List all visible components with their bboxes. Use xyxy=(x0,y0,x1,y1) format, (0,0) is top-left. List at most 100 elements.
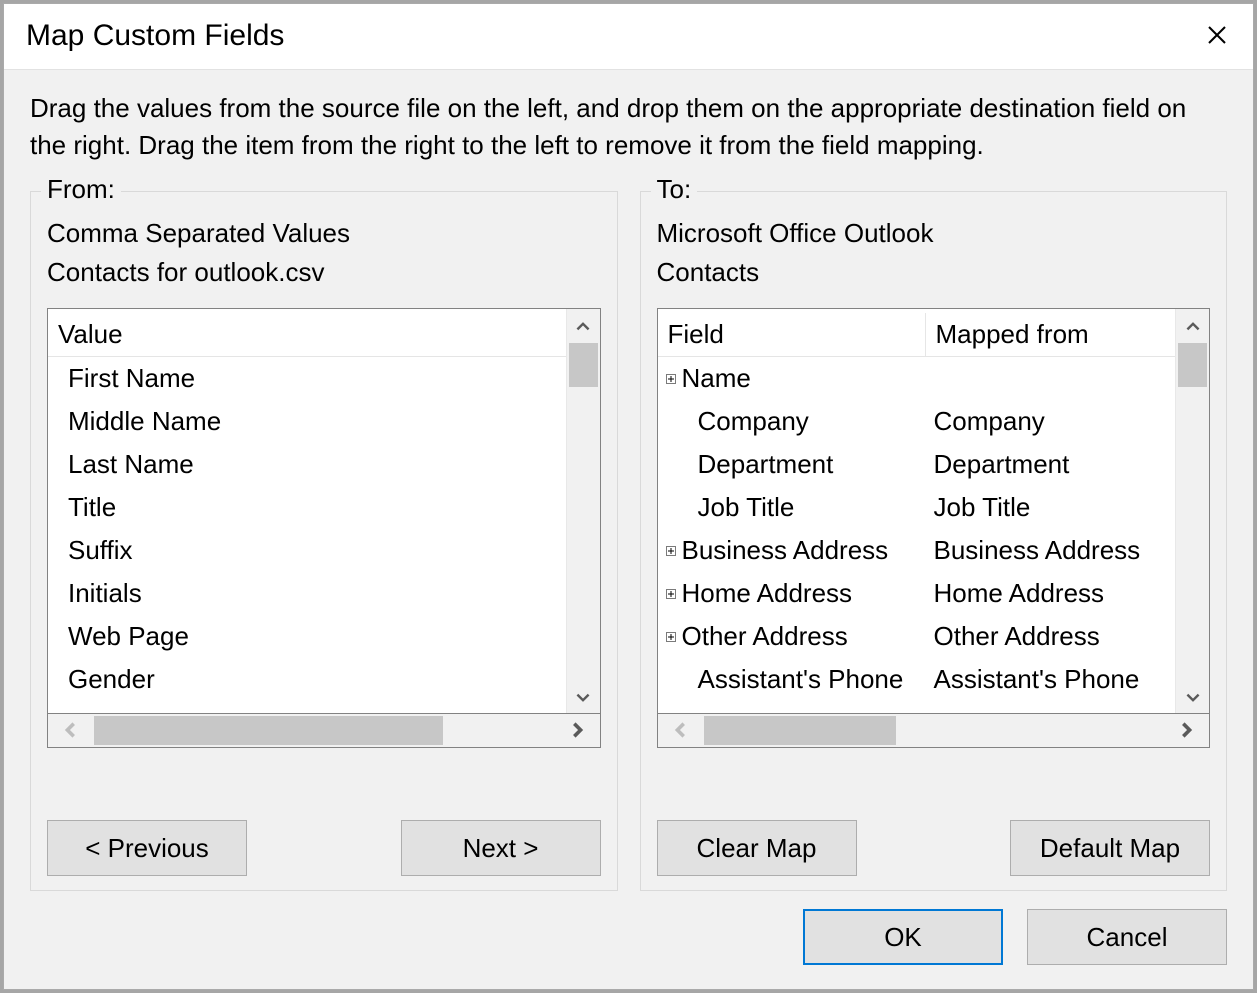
to-listbox[interactable]: Field Mapped from NameCompanyCompanyDepa… xyxy=(657,308,1211,714)
from-file: Contacts for outlook.csv xyxy=(47,253,601,292)
from-value: Suffix xyxy=(68,531,133,570)
hscroll-thumb[interactable] xyxy=(94,716,443,745)
from-value: Middle Name xyxy=(68,402,221,441)
from-value: First Name xyxy=(68,359,195,398)
to-field: Department xyxy=(682,445,934,484)
to-field: Home Address xyxy=(682,574,934,613)
chevron-right-icon xyxy=(568,715,586,746)
to-list-item[interactable]: Assistant's PhoneAssistant's Phone xyxy=(658,658,1176,701)
to-field: Company xyxy=(682,402,934,441)
to-field: Business Address xyxy=(682,531,934,570)
close-icon xyxy=(1207,20,1227,52)
to-header-mapped: Mapped from xyxy=(926,313,1176,356)
expand-icon[interactable] xyxy=(664,372,678,386)
scroll-thumb[interactable] xyxy=(569,343,598,387)
chevron-down-icon xyxy=(575,681,591,712)
to-mapped-from: Business Address xyxy=(934,531,1141,570)
to-list-item[interactable]: Business AddressBusiness Address xyxy=(658,529,1176,572)
from-label: From: xyxy=(41,174,121,205)
chevron-left-icon xyxy=(62,715,80,746)
expand-icon[interactable] xyxy=(664,587,678,601)
to-list-item[interactable]: Job TitleJob Title xyxy=(658,486,1176,529)
from-vertical-scrollbar[interactable] xyxy=(566,309,600,713)
scroll-down-button[interactable] xyxy=(567,679,600,713)
to-header-field: Field xyxy=(658,313,926,356)
previous-button[interactable]: < Previous xyxy=(47,820,247,876)
to-app: Microsoft Office Outlook xyxy=(657,214,1211,253)
next-button[interactable]: Next > xyxy=(401,820,601,876)
from-list-item[interactable]: Title xyxy=(48,486,566,529)
chevron-left-icon xyxy=(672,715,690,746)
to-field: Job Title xyxy=(682,488,934,527)
close-button[interactable] xyxy=(1199,18,1235,54)
to-list-item[interactable]: Home AddressHome Address xyxy=(658,572,1176,615)
to-pane-buttons: Clear Map Default Map xyxy=(641,748,1227,876)
scroll-up-button[interactable] xyxy=(567,309,600,343)
ok-button[interactable]: OK xyxy=(803,909,1003,965)
from-horizontal-scrollbar[interactable] xyxy=(47,714,601,748)
scroll-up-button[interactable] xyxy=(1176,309,1209,343)
from-list-body[interactable]: Value First Name Middle NameLast NameTitl… xyxy=(48,309,566,713)
from-list-header: Value xyxy=(48,313,566,357)
clear-map-button[interactable]: Clear Map xyxy=(657,820,857,876)
scroll-right-button[interactable] xyxy=(554,714,600,747)
chevron-right-icon xyxy=(1177,715,1195,746)
from-value: Title xyxy=(68,488,116,527)
to-vertical-scrollbar[interactable] xyxy=(1175,309,1209,713)
scroll-thumb[interactable] xyxy=(1178,343,1207,387)
hscroll-thumb[interactable] xyxy=(704,716,897,745)
to-list-body[interactable]: Field Mapped from NameCompanyCompanyDepa… xyxy=(658,309,1176,713)
to-mapped-from: Other Address xyxy=(934,617,1100,656)
from-info: Comma Separated Values Contacts for outl… xyxy=(31,192,617,300)
to-list-item[interactable]: Other AddressOther Address xyxy=(658,615,1176,658)
default-map-button[interactable]: Default Map xyxy=(1010,820,1210,876)
from-list-item[interactable]: Last Name xyxy=(48,443,566,486)
from-list-item[interactable]: Middle Name xyxy=(48,400,566,443)
to-field: Assistant's Phone xyxy=(682,660,934,699)
to-list-item[interactable]: DepartmentDepartment xyxy=(658,443,1176,486)
from-listbox[interactable]: Value First Name Middle NameLast NameTitl… xyxy=(47,308,601,714)
dialog-title: Map Custom Fields xyxy=(26,19,1199,53)
chevron-down-icon xyxy=(1185,681,1201,712)
instructions-text: Drag the values from the source file on … xyxy=(4,70,1253,169)
to-list-header: Field Mapped from xyxy=(658,313,1176,357)
to-field: Name xyxy=(682,359,934,398)
to-list-item[interactable]: CompanyCompany xyxy=(658,400,1176,443)
to-mapped-from: Home Address xyxy=(934,574,1105,613)
to-info: Microsoft Office Outlook Contacts xyxy=(641,192,1227,300)
map-custom-fields-dialog: Map Custom Fields Drag the values from t… xyxy=(3,3,1254,990)
from-list-item[interactable]: Web Page xyxy=(48,615,566,658)
from-pane-buttons: < Previous Next > xyxy=(31,748,617,876)
scroll-track[interactable] xyxy=(567,343,600,679)
panes: From: Comma Separated Values Contacts fo… xyxy=(4,169,1253,891)
from-format: Comma Separated Values xyxy=(47,214,601,253)
expand-icon[interactable] xyxy=(664,544,678,558)
from-list-item[interactable]: Gender xyxy=(48,658,566,701)
from-list-item[interactable]: Suffix xyxy=(48,529,566,572)
chevron-up-icon xyxy=(1185,311,1201,342)
scroll-down-button[interactable] xyxy=(1176,679,1209,713)
scroll-right-button[interactable] xyxy=(1163,714,1209,747)
scroll-left-button[interactable] xyxy=(48,714,94,747)
scroll-track[interactable] xyxy=(1176,343,1209,679)
from-header-value: Value xyxy=(48,313,566,356)
cancel-button[interactable]: Cancel xyxy=(1027,909,1227,965)
hscroll-track[interactable] xyxy=(704,714,1164,747)
to-mapped-from: Job Title xyxy=(934,488,1031,527)
hscroll-track[interactable] xyxy=(94,714,554,747)
to-pane: To: Microsoft Office Outlook Contacts Fi… xyxy=(640,191,1228,891)
to-list-item[interactable]: Name xyxy=(658,357,1176,400)
to-mapped-from: Department xyxy=(934,445,1070,484)
from-value: Initials xyxy=(68,574,142,613)
to-mapped-from: Assistant's Phone xyxy=(934,660,1140,699)
to-label: To: xyxy=(651,174,698,205)
from-pane: From: Comma Separated Values Contacts fo… xyxy=(30,191,618,891)
from-value: Gender xyxy=(68,660,155,699)
to-folder: Contacts xyxy=(657,253,1211,292)
from-list-item[interactable]: First Name xyxy=(48,357,566,400)
scroll-left-button[interactable] xyxy=(658,714,704,747)
to-horizontal-scrollbar[interactable] xyxy=(657,714,1211,748)
expand-icon[interactable] xyxy=(664,630,678,644)
from-list-item[interactable]: Initials xyxy=(48,572,566,615)
to-field: Other Address xyxy=(682,617,934,656)
